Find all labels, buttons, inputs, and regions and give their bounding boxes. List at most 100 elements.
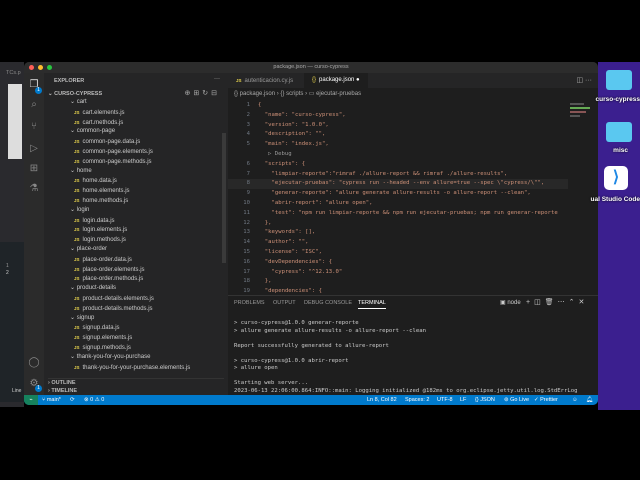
- tree-file[interactable]: JS place-order.data.js: [74, 255, 132, 265]
- eol[interactable]: LF: [460, 395, 466, 405]
- prettier-status[interactable]: ✓ Prettier: [534, 395, 558, 405]
- tree-folder[interactable]: ⌄ product-details: [70, 284, 116, 294]
- trash-icon[interactable]: 🗑: [545, 299, 558, 306]
- testing-icon[interactable]: ⚗: [28, 183, 40, 195]
- tree-file[interactable]: JS signup.methods.js: [74, 343, 131, 353]
- refresh-icon[interactable]: ↻: [202, 90, 211, 97]
- close-panel-icon[interactable]: ✕: [578, 299, 588, 306]
- go-live-button[interactable]: ⊚ Go Live: [504, 395, 529, 405]
- js-file-icon: JS: [74, 256, 80, 262]
- tab-label: autenticacion.cy.js: [244, 78, 294, 84]
- extensions-icon[interactable]: ⊞: [28, 163, 40, 175]
- tree-file[interactable]: JS product-details.methods.js: [74, 304, 153, 314]
- tree-folder[interactable]: ⌄ thank-you-for-you-purchase: [70, 353, 150, 363]
- source-control-icon[interactable]: ⑂: [28, 121, 40, 133]
- timeline-section[interactable]: › TIMELINE: [48, 388, 77, 394]
- tree-file[interactable]: JS product-details.elements.js: [74, 294, 154, 304]
- split-terminal-icon[interactable]: ◫: [534, 299, 545, 306]
- desktop-icon-label[interactable]: misc: [613, 147, 628, 154]
- desktop-icon-label[interactable]: curso-cypress: [596, 96, 640, 103]
- scrollbar[interactable]: [222, 133, 226, 263]
- tree-file[interactable]: JS home.elements.js: [74, 186, 130, 196]
- sync-icon[interactable]: ⟳: [70, 395, 75, 405]
- tree-label: signup: [76, 314, 95, 321]
- code-line: 8 "ejecutar-pruebas": "cypress run --hea…: [228, 179, 568, 190]
- tree-file[interactable]: JS cart.elements.js: [74, 108, 125, 118]
- line-number: 9: [246, 190, 250, 197]
- collapse-all-icon[interactable]: ⊟: [211, 90, 220, 97]
- tree-folder[interactable]: ⌄ home: [70, 167, 92, 177]
- tree-folder[interactable]: ⌄ place-order: [70, 245, 107, 255]
- terminal-shell-select[interactable]: ▣ node: [500, 299, 521, 306]
- code-text: "author": "",: [258, 239, 309, 246]
- tab-autenticacion[interactable]: JS autenticacion.cy.js: [228, 73, 301, 88]
- tree-label: place-order: [76, 246, 108, 252]
- remote-icon[interactable]: ⌁: [24, 395, 38, 405]
- account-icon[interactable]: ◯: [28, 357, 40, 369]
- notifications-icon[interactable]: 🔔︎: [586, 395, 593, 405]
- tree-folder[interactable]: ⌄ login: [70, 206, 89, 216]
- minimap[interactable]: [570, 101, 594, 141]
- problems-indicator[interactable]: ⊗ 0 ⚠ 0: [84, 395, 104, 405]
- run-debug-icon[interactable]: ▷: [28, 143, 40, 155]
- tab-terminal[interactable]: TERMINAL: [358, 300, 386, 309]
- explorer-header: EXPLORER: [54, 78, 85, 84]
- tree-file[interactable]: JS place-order.elements.js: [74, 265, 145, 275]
- tree-file[interactable]: JS signup.data.js: [74, 323, 120, 333]
- tree-folder[interactable]: ⌄ common-page: [70, 127, 115, 137]
- breadcrumb-item[interactable]: ejecutar-pruebas: [316, 91, 361, 97]
- feedback-icon[interactable]: ☺: [572, 395, 578, 405]
- tab-debug-console[interactable]: DEBUG CONSOLE: [304, 300, 352, 306]
- minimize-button[interactable]: [38, 65, 43, 70]
- new-folder-icon[interactable]: ⊞: [193, 90, 202, 97]
- outline-section[interactable]: › OUTLINE: [48, 378, 224, 386]
- cursor-position[interactable]: Ln 8, Col 82: [367, 395, 397, 405]
- tab-output[interactable]: OUTPUT: [273, 300, 296, 306]
- code-line: 3 "version": "1.0.0",: [228, 121, 568, 131]
- terminal-output[interactable]: > curso-cypress@1.0.0 generar-reporte > a…: [234, 320, 578, 405]
- language-mode[interactable]: {} JSON: [475, 395, 495, 405]
- close-button[interactable]: [29, 65, 34, 70]
- root-folder[interactable]: ⌄ CURSO-CYPRESS: [48, 91, 102, 97]
- breadcrumb-item[interactable]: {} package.json: [234, 91, 275, 97]
- tree-file[interactable]: JS login.data.js: [74, 216, 115, 226]
- code-line: 13 "keywords": [],: [228, 228, 568, 238]
- vscode-app-icon[interactable]: ⟩: [604, 166, 628, 190]
- code-text: "limpiar-reporte":"rimraf ./allure-repor…: [258, 170, 508, 177]
- tree-file[interactable]: JS place-order.methods.js: [74, 274, 143, 284]
- tree-file[interactable]: JS common-page.elements.js: [74, 147, 153, 157]
- code-line: 9 "generar-reporte": "allure generate al…: [228, 189, 568, 199]
- tree-file[interactable]: JS thank-you-for-your-purchase.elements.j…: [74, 363, 190, 373]
- tree-file[interactable]: JS common-page.data.js: [74, 137, 140, 147]
- tree-file[interactable]: JS common-page.methods.js: [74, 157, 152, 167]
- breadcrumb-item[interactable]: {} scripts: [280, 91, 303, 97]
- tree-file[interactable]: JS login.elements.js: [74, 225, 127, 235]
- maximize-panel-icon[interactable]: ⌃: [569, 299, 579, 306]
- tab-problems[interactable]: PROBLEMS: [234, 300, 265, 306]
- indentation[interactable]: Spaces: 2: [405, 395, 429, 405]
- panel-actions[interactable]: +◫🗑⋯⌃✕: [526, 298, 588, 306]
- split-editor-icon[interactable]: ◫ ···: [576, 76, 592, 84]
- more-icon[interactable]: ⋯: [558, 299, 569, 306]
- maximize-button[interactable]: [47, 65, 52, 70]
- more-actions-button[interactable]: ···: [214, 76, 220, 82]
- explorer-toolbar[interactable]: ⊕⊞↻⊟: [185, 89, 221, 97]
- branch-indicator[interactable]: ⑂ main*: [42, 395, 61, 405]
- tree-file[interactable]: JS signup.elements.js: [74, 333, 132, 343]
- tree-folder[interactable]: ⌄ cart: [70, 98, 87, 108]
- folder-icon[interactable]: [606, 70, 632, 90]
- tree-file[interactable]: JS home.methods.js: [74, 196, 128, 206]
- desktop-icon-label[interactable]: ual Studio Code: [591, 196, 640, 203]
- tree-file[interactable]: JS login.methods.js: [74, 235, 126, 245]
- tree-file[interactable]: JS cart.methods.js: [74, 118, 123, 128]
- new-terminal-icon[interactable]: +: [526, 299, 534, 306]
- encoding[interactable]: UTF-8: [437, 395, 453, 405]
- code-text: "dependencies": {: [258, 288, 322, 295]
- tree-folder[interactable]: ⌄ signup: [70, 314, 94, 324]
- tab-package-json[interactable]: {} package.json ●: [304, 73, 368, 88]
- folder-icon[interactable]: [606, 122, 632, 142]
- search-icon[interactable]: ⌕: [28, 99, 40, 111]
- code-text: "license": "ISC",: [258, 248, 322, 255]
- codelens-debug[interactable]: ▷ Debug: [228, 150, 568, 160]
- tree-file[interactable]: JS home.data.js: [74, 176, 117, 186]
